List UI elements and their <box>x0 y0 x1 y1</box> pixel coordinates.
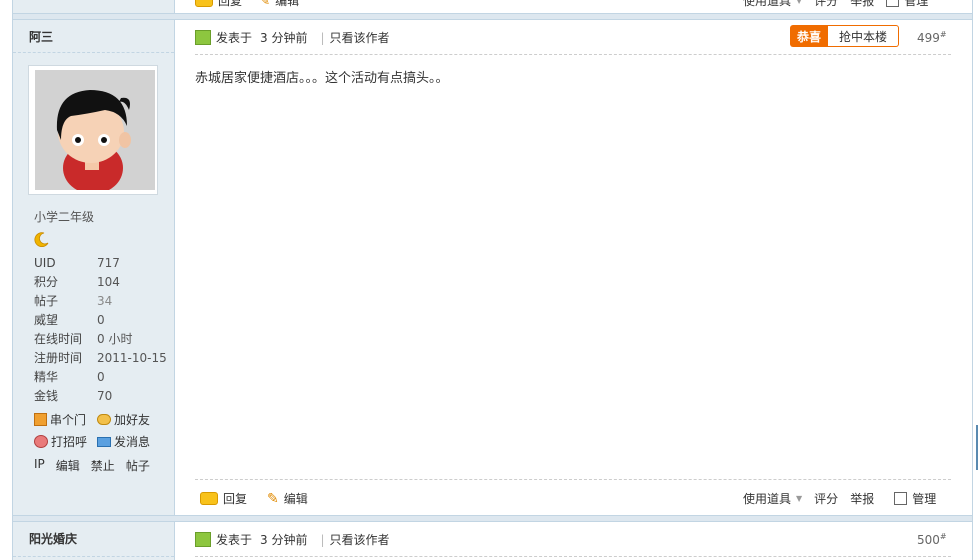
next-post-meta: 发表于 3 分钟前 | 只看该作者 <box>195 531 390 548</box>
report-link[interactable]: 举报 <box>850 490 874 507</box>
next-meta-divider-line <box>195 556 951 557</box>
post-actions-left: 回复 ✎ 编辑 <box>200 490 308 507</box>
ban-link[interactable]: 禁止 <box>91 457 115 474</box>
meta-divider: | <box>320 30 325 45</box>
message-link[interactable]: 发消息 <box>97 433 150 450</box>
frame-border-left <box>12 0 13 560</box>
stat-label: 注册时间 <box>34 351 83 365</box>
home-icon <box>34 413 47 426</box>
sidebar-divider <box>174 0 175 560</box>
page-margin <box>0 0 12 560</box>
stat-value: 0 <box>97 370 105 384</box>
handshake-icon <box>97 414 111 425</box>
avatar-illustration <box>35 70 155 190</box>
caret-down-icon: ▼ <box>796 494 803 503</box>
visit-link[interactable]: 串个门 <box>34 411 86 428</box>
post-separator <box>13 515 972 522</box>
meta-divider-line <box>195 54 951 55</box>
user-group[interactable]: 小学二年级 <box>34 208 94 225</box>
stat-row: 金钱 70 <box>34 387 167 406</box>
stat-label: 积分 <box>34 275 59 289</box>
manage-checkbox[interactable]: 管理 <box>894 490 936 507</box>
post-meta: 发表于 3 分钟前 | 只看该作者 <box>195 29 390 46</box>
post-content: 赤城居家便捷酒店。。。这个活动有点搞头。。 <box>195 71 449 86</box>
add-friend-link[interactable]: 加好友 <box>97 411 150 428</box>
stat-value[interactable]: 104 <box>97 273 120 292</box>
posted-label: 发表于 <box>216 31 253 45</box>
edit-user-link[interactable]: 编辑 <box>56 457 80 474</box>
post-actions-right: 使用道具 ▼ 评分 举报 管理 <box>743 490 936 507</box>
stat-value: 0 小时 <box>97 332 133 346</box>
stat-value[interactable]: 34 <box>97 292 112 311</box>
stat-row: 积分 104 <box>34 273 167 292</box>
posts-link[interactable]: 帖子 <box>126 457 150 474</box>
prev-post-actions-left: 回复 ✎ 编辑 <box>195 0 299 9</box>
prev-post-actions-right: 使用道具 ▼ 评分 举报 管理 <box>743 0 928 9</box>
frame-border-right <box>972 0 973 560</box>
actions-divider-line <box>195 479 951 480</box>
stat-row: 精华 0 <box>34 368 167 387</box>
checkbox-icon <box>886 0 900 7</box>
rate-link[interactable]: 评分 <box>814 490 838 507</box>
floor-number[interactable]: 499# <box>917 30 947 45</box>
stat-row: 注册时间 2011-10-15 <box>34 349 167 368</box>
edit-button[interactable]: ✎ 编辑 <box>267 490 308 507</box>
ip-link[interactable]: IP <box>34 457 45 474</box>
next-floor-number[interactable]: 500# <box>917 532 947 547</box>
only-author-link[interactable]: 只看该作者 <box>330 531 390 548</box>
stat-label: 金钱 <box>34 389 59 403</box>
stat-value: 0 <box>97 313 105 327</box>
prev-manage-checkbox[interactable]: 管理 <box>886 0 928 9</box>
posted-time: 3 分钟前 <box>260 533 308 547</box>
stat-row: 帖子 34 <box>34 292 167 311</box>
online-status-icon <box>195 30 211 45</box>
stat-value[interactable]: 717 <box>97 254 120 273</box>
prev-rate-link[interactable]: 评分 <box>814 0 838 9</box>
pencil-icon: ✎ <box>267 490 279 507</box>
posted-time: 3 分钟前 <box>260 31 308 45</box>
stat-value: 70 <box>97 389 113 403</box>
only-author-link[interactable]: 只看该作者 <box>330 29 390 46</box>
online-status-icon <box>195 532 211 547</box>
reply-icon <box>195 0 213 7</box>
caret-down-icon: ▼ <box>796 0 803 5</box>
reply-icon <box>200 492 218 505</box>
user-stats: UID 717 积分 104 帖子 34 威望 0 在线时间 0 小时 注册时间 2011-… <box>34 254 167 406</box>
envelope-icon <box>97 436 111 447</box>
stat-row: 在线时间 0 小时 <box>34 330 167 349</box>
author-name[interactable]: 阿三 <box>29 28 53 45</box>
stat-row: 威望 0 <box>34 311 167 330</box>
pencil-icon: ✎ <box>260 0 271 8</box>
stat-row: UID 717 <box>34 254 167 273</box>
stat-label: 帖子 <box>34 294 59 308</box>
grab-floor-button[interactable]: 抢中本楼 <box>828 25 899 47</box>
posted-label: 发表于 <box>216 533 253 547</box>
stat-value: 2011-10-15 <box>97 351 167 365</box>
congrats-badge: 恭喜 <box>790 25 828 47</box>
next-author-name[interactable]: 阳光婚庆 <box>29 530 77 547</box>
admin-links: IP 编辑 禁止 帖子 <box>34 457 150 474</box>
prev-report-link[interactable]: 举报 <box>850 0 874 9</box>
moon-icon <box>34 231 50 250</box>
prev-reply-button[interactable]: 回复 <box>195 0 242 9</box>
prev-use-tool-button[interactable]: 使用道具 ▼ <box>743 0 802 9</box>
prev-edit-button[interactable]: ✎ 编辑 <box>260 0 299 9</box>
avatar[interactable] <box>35 70 155 190</box>
use-tool-button[interactable]: 使用道具 ▼ <box>743 490 802 507</box>
checkbox-icon <box>894 492 908 505</box>
next-author-divider <box>13 556 174 557</box>
greet-icon <box>34 435 48 448</box>
stat-label: UID <box>34 256 56 270</box>
stat-label: 在线时间 <box>34 332 83 346</box>
reply-button[interactable]: 回复 <box>200 490 247 507</box>
stat-label: 精华 <box>34 370 59 384</box>
stat-label: 威望 <box>34 313 59 327</box>
greet-link[interactable]: 打招呼 <box>34 433 87 450</box>
meta-divider: | <box>320 532 325 547</box>
